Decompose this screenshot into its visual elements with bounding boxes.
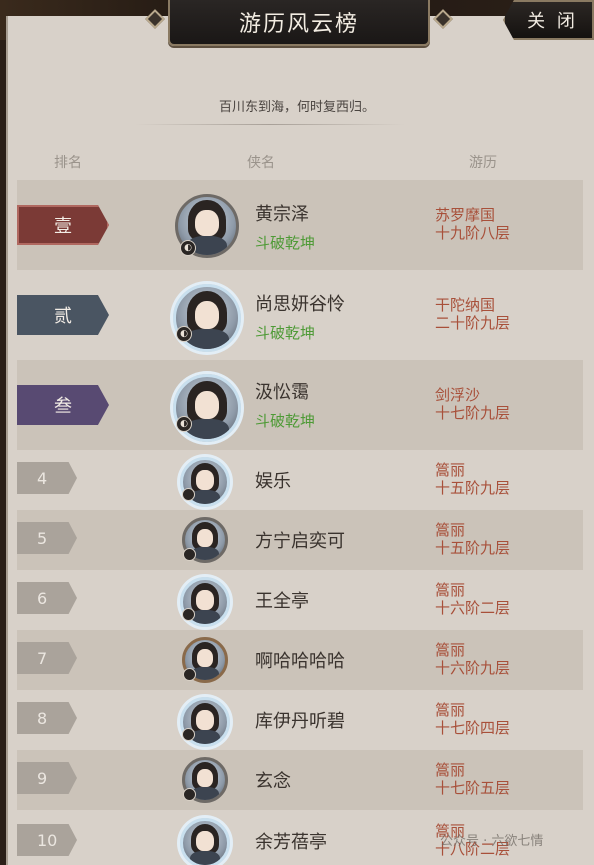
header-name: 侠名 <box>247 155 275 171</box>
travel-level: 十七阶五层 <box>435 779 511 797</box>
rank-badge: 7 <box>17 642 77 674</box>
rank-badge: 4 <box>17 462 77 494</box>
travel-place: 篙丽 <box>435 461 466 479</box>
rank-badge-gold: 壹 <box>17 205 109 245</box>
sect-badge-icon <box>183 668 196 681</box>
rank-label: 10 <box>37 830 58 850</box>
rank-label: 9 <box>37 768 48 788</box>
sect-badge-icon: ◐ <box>180 240 196 256</box>
watermark-text: 公众号 · 六欲七情 <box>440 834 544 849</box>
rank-badge: 5 <box>17 522 77 554</box>
motto-divider <box>135 124 405 125</box>
header-travel: 游历 <box>469 155 497 171</box>
travel-place: 篙丽 <box>435 521 466 539</box>
player-name: 黄宗泽 <box>255 204 309 225</box>
player-name: 余芳蓓亭 <box>255 832 327 853</box>
ranking-row-8[interactable]: 8 库伊丹听碧 篙丽 十七阶四层 <box>17 690 583 750</box>
player-name: 尚思妍谷怜 <box>255 294 345 315</box>
travel-place: 篙丽 <box>435 761 466 779</box>
rank-badge-bronze: 叁 <box>17 385 109 425</box>
travel-place: 篙丽 <box>435 641 466 659</box>
rank-label: 7 <box>37 648 48 668</box>
travel-level: 十七阶九层 <box>435 404 511 422</box>
sect-badge-icon: ◐ <box>176 416 192 432</box>
sect-badge-icon <box>183 548 196 561</box>
player-name: 啊哈哈哈哈 <box>255 651 345 672</box>
player-title: 斗破乾坤 <box>255 412 316 430</box>
rank-badge: 8 <box>17 702 77 734</box>
sect-badge-icon: ◐ <box>176 326 192 342</box>
rank-badge: 6 <box>17 582 77 614</box>
travel-level: 十六阶二层 <box>435 599 511 617</box>
rank-badge: 10 <box>17 824 77 856</box>
rank-label: 贰 <box>54 306 72 327</box>
rank-label: 壹 <box>54 216 72 237</box>
travel-level: 十七阶四层 <box>435 719 511 737</box>
motto-text: 百川东到海，何时复西归。 <box>218 100 375 115</box>
ranking-row-1[interactable]: 壹 ◐ 黄宗泽 斗破乾坤 苏罗摩国 十九阶八层 <box>17 180 583 270</box>
avatar[interactable] <box>180 818 230 865</box>
player-name: 玄念 <box>255 771 291 792</box>
ranking-row-2[interactable]: 贰 ◐ 尚思妍谷怜 斗破乾坤 干陀纳国 二十阶九层 <box>17 270 583 360</box>
rank-badge: 9 <box>17 762 77 794</box>
player-name: 库伊丹听碧 <box>255 711 345 732</box>
sect-badge-icon <box>182 608 195 621</box>
player-title: 斗破乾坤 <box>255 324 316 342</box>
rank-label: 4 <box>37 468 48 488</box>
ranking-row-4[interactable]: 4 娱乐 篙丽 十五阶九层 <box>17 450 583 510</box>
sect-badge-icon <box>183 788 196 801</box>
player-name: 王全亭 <box>255 591 309 612</box>
player-title: 斗破乾坤 <box>255 234 316 252</box>
rank-label: 5 <box>37 528 48 548</box>
rank-label: 8 <box>37 708 48 728</box>
travel-level: 十五阶九层 <box>435 479 511 497</box>
travel-place: 篙丽 <box>435 581 466 599</box>
rank-badge-silver: 贰 <box>17 295 109 335</box>
travel-level: 十九阶八层 <box>435 224 511 242</box>
close-button-label: 关 闭 <box>527 11 578 32</box>
ranking-row-3[interactable]: 叁 ◐ 汲忪霭 斗破乾坤 剑浮沙 十七阶九层 <box>17 360 583 450</box>
ranking-row-9[interactable]: 9 玄念 篙丽 十七阶五层 <box>17 750 583 810</box>
ranking-row-5[interactable]: 5 方宁启奕可 篙丽 十五阶九层 <box>17 510 583 570</box>
ranking-row-6[interactable]: 6 王全亭 篙丽 十六阶二层 <box>17 570 583 630</box>
travel-level: 十六阶九层 <box>435 659 511 677</box>
header-rank: 排名 <box>54 155 82 171</box>
close-button[interactable]: 关 闭 <box>503 0 594 40</box>
title-plate: 游历风云榜 <box>145 0 453 46</box>
page-title: 游历风云榜 <box>238 12 359 37</box>
player-name: 方宁启奕可 <box>255 531 345 552</box>
travel-level: 二十阶九层 <box>435 314 511 332</box>
travel-place: 干陀纳国 <box>435 296 496 314</box>
player-name: 娱乐 <box>255 471 291 492</box>
travel-place: 苏罗摩国 <box>435 206 496 224</box>
travel-place: 篙丽 <box>435 701 466 719</box>
travel-place: 剑浮沙 <box>435 386 481 404</box>
rank-label: 6 <box>37 588 48 608</box>
sect-badge-icon <box>182 728 195 741</box>
ranking-row-7[interactable]: 7 啊哈哈哈哈 篙丽 十六阶九层 <box>17 630 583 690</box>
travel-level: 十五阶九层 <box>435 539 511 557</box>
rank-label: 叁 <box>54 396 72 417</box>
player-name: 汲忪霭 <box>255 382 309 403</box>
sect-badge-icon <box>182 488 195 501</box>
